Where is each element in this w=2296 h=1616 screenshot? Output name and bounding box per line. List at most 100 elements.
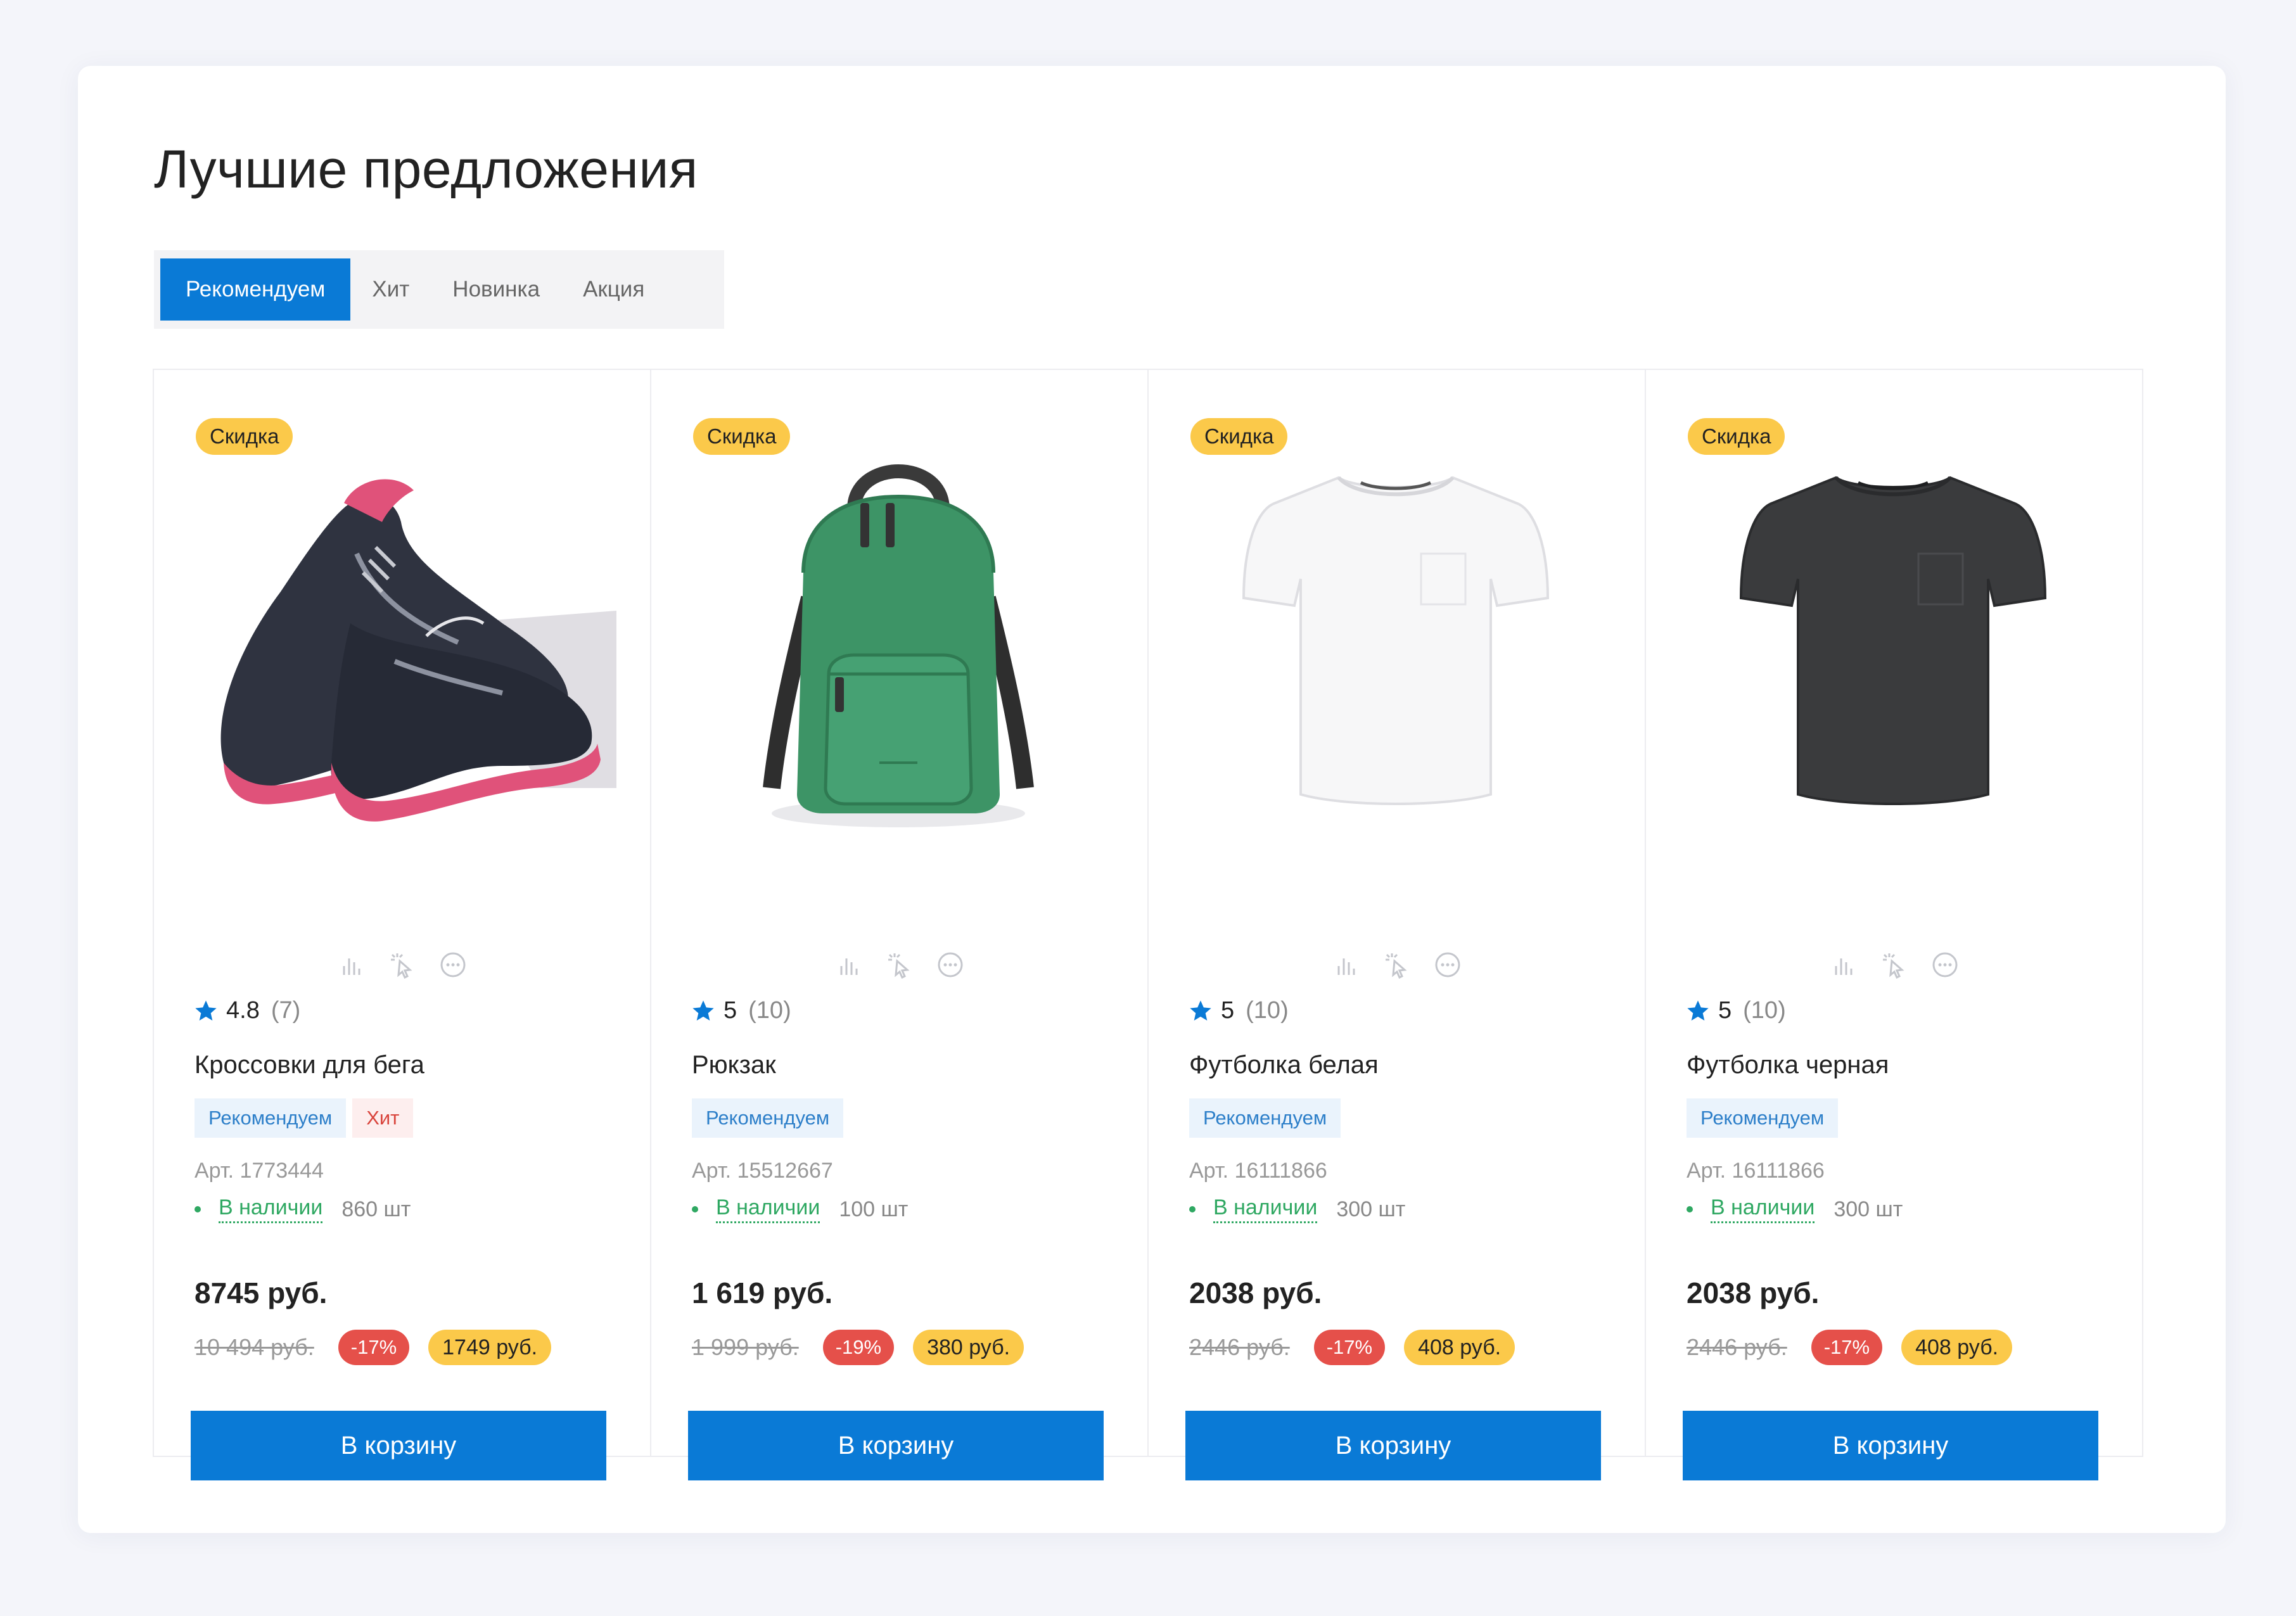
chart-icon[interactable] xyxy=(834,950,864,980)
sale-badge: Скидка xyxy=(1688,418,1785,455)
star-icon xyxy=(195,1000,217,1021)
product-rating: 4.8 (7) xyxy=(193,997,300,1024)
tag-recommended: Рекомендуем xyxy=(1687,1098,1839,1138)
product-tags: Рекомендуем xyxy=(1189,1098,1341,1138)
product-image[interactable] xyxy=(1671,408,2115,864)
reviews-count[interactable]: (10) xyxy=(1743,997,1786,1024)
stock-dot-icon xyxy=(1687,1206,1693,1212)
stock-label[interactable]: В наличии xyxy=(219,1195,323,1223)
more-icon[interactable] xyxy=(438,950,468,980)
star-icon xyxy=(1190,1000,1211,1021)
tag-recommended: Рекомендуем xyxy=(1189,1098,1341,1138)
discount-row: 2446 руб. -17% 408 руб. xyxy=(1189,1330,1515,1365)
old-price: 1 999 руб. xyxy=(692,1334,799,1360)
rating-value: 4.8 xyxy=(226,997,260,1024)
stock-quantity: 860 шт xyxy=(341,1197,411,1221)
rating-value: 5 xyxy=(724,997,737,1024)
price: 2038 руб. xyxy=(1687,1276,1820,1309)
discount-percent-badge: -19% xyxy=(822,1330,895,1365)
product-name[interactable]: Кроссовки для бега xyxy=(195,1051,424,1079)
stock-dot-icon xyxy=(195,1206,201,1212)
add-to-cart-button[interactable]: В корзину xyxy=(688,1411,1104,1480)
product-actions xyxy=(1646,950,2142,980)
discount-percent-badge: -17% xyxy=(338,1330,410,1365)
saving-badge: 408 руб. xyxy=(1901,1330,2013,1365)
discount-row: 2446 руб. -17% 408 руб. xyxy=(1687,1330,2013,1365)
tag-recommended: Рекомендуем xyxy=(692,1098,844,1138)
tab-hit[interactable]: Хит xyxy=(350,258,431,321)
reviews-count[interactable]: (10) xyxy=(1246,997,1289,1024)
add-to-cart-button[interactable]: В корзину xyxy=(1683,1411,2098,1480)
product-image[interactable] xyxy=(1174,408,1617,864)
reviews-count[interactable]: (10) xyxy=(748,997,791,1024)
product-name[interactable]: Рюкзак xyxy=(692,1051,776,1079)
product-image[interactable] xyxy=(179,408,623,864)
chart-icon[interactable] xyxy=(1828,950,1859,980)
reviews-count[interactable]: (7) xyxy=(271,997,300,1024)
tag-hit: Хит xyxy=(352,1098,414,1138)
tab-promo[interactable]: Акция xyxy=(561,258,666,321)
product-image[interactable] xyxy=(677,408,1120,864)
product-sku: Арт. 1773444 xyxy=(195,1159,324,1183)
old-price: 2446 руб. xyxy=(1687,1334,1787,1360)
more-icon[interactable] xyxy=(1432,950,1463,980)
product-card: Скидка xyxy=(154,370,651,1480)
product-tags: Рекомендуем xyxy=(692,1098,844,1138)
white-tshirt-image xyxy=(1242,476,1550,805)
add-to-cart-button[interactable]: В корзину xyxy=(1185,1411,1601,1480)
page-title: Лучшие предложения xyxy=(154,139,698,199)
backpack-image xyxy=(763,464,1034,827)
product-actions xyxy=(154,950,650,980)
running-shoes-image xyxy=(220,479,616,822)
product-rating: 5 (10) xyxy=(691,997,791,1024)
stock-dot-icon xyxy=(1189,1206,1196,1212)
compare-cursor-icon[interactable] xyxy=(1382,950,1412,980)
stock-status: В наличии 300 шт xyxy=(1687,1195,1903,1223)
price: 2038 руб. xyxy=(1189,1276,1322,1309)
saving-badge: 408 руб. xyxy=(1404,1330,1515,1365)
old-price: 2446 руб. xyxy=(1189,1334,1290,1360)
product-tags: Рекомендуем xyxy=(1687,1098,1839,1138)
stock-label[interactable]: В наличии xyxy=(1213,1195,1318,1223)
product-name[interactable]: Футболка белая xyxy=(1189,1051,1379,1079)
rating-value: 5 xyxy=(1221,997,1235,1024)
tab-new[interactable]: Новинка xyxy=(431,258,561,321)
compare-cursor-icon[interactable] xyxy=(387,950,418,980)
product-grid: Скидка 4.8 (7) Кроссовки для бега Рекоме… xyxy=(153,369,2143,1480)
saving-badge: 1749 руб. xyxy=(428,1330,552,1365)
stock-label[interactable]: В наличии xyxy=(716,1195,820,1223)
black-tshirt-image xyxy=(1739,476,2047,805)
stock-label[interactable]: В наличии xyxy=(1711,1195,1815,1223)
stock-status: В наличии 300 шт xyxy=(1189,1195,1405,1223)
discount-row: 1 999 руб. -19% 380 руб. xyxy=(692,1330,1024,1365)
chart-icon[interactable] xyxy=(1331,950,1362,980)
offers-panel: Лучшие предложения Рекомендуем Хит Новин… xyxy=(78,66,2226,1533)
old-price: 10 494 руб. xyxy=(195,1334,314,1360)
more-icon[interactable] xyxy=(935,950,966,980)
product-rating: 5 (10) xyxy=(1188,997,1289,1024)
tab-recommended[interactable]: Рекомендуем xyxy=(160,258,351,321)
sale-badge: Скидка xyxy=(1190,418,1288,455)
compare-cursor-icon[interactable] xyxy=(1879,950,1910,980)
price: 8745 руб. xyxy=(195,1276,328,1309)
more-icon[interactable] xyxy=(1930,950,1960,980)
rating-value: 5 xyxy=(1718,997,1732,1024)
product-sku: Арт. 16111866 xyxy=(1687,1159,1825,1183)
discount-percent-badge: -17% xyxy=(1313,1330,1386,1365)
star-icon xyxy=(692,1000,714,1021)
product-rating: 5 (10) xyxy=(1685,997,1786,1024)
star-icon xyxy=(1687,1000,1709,1021)
discount-row: 10 494 руб. -17% 1749 руб. xyxy=(195,1330,552,1365)
price: 1 619 руб. xyxy=(692,1276,833,1309)
tab-bar: Рекомендуем Хит Новинка Акция xyxy=(154,250,724,329)
stock-dot-icon xyxy=(692,1206,698,1212)
product-name[interactable]: Футболка черная xyxy=(1687,1051,1889,1079)
stock-status: В наличии 100 шт xyxy=(692,1195,908,1223)
chart-icon[interactable] xyxy=(336,950,367,980)
product-sku: Арт. 15512667 xyxy=(692,1159,833,1183)
stock-status: В наличии 860 шт xyxy=(195,1195,411,1223)
compare-cursor-icon[interactable] xyxy=(884,950,915,980)
stock-quantity: 300 шт xyxy=(1336,1197,1406,1221)
add-to-cart-button[interactable]: В корзину xyxy=(191,1411,606,1480)
tag-recommended: Рекомендуем xyxy=(195,1098,347,1138)
